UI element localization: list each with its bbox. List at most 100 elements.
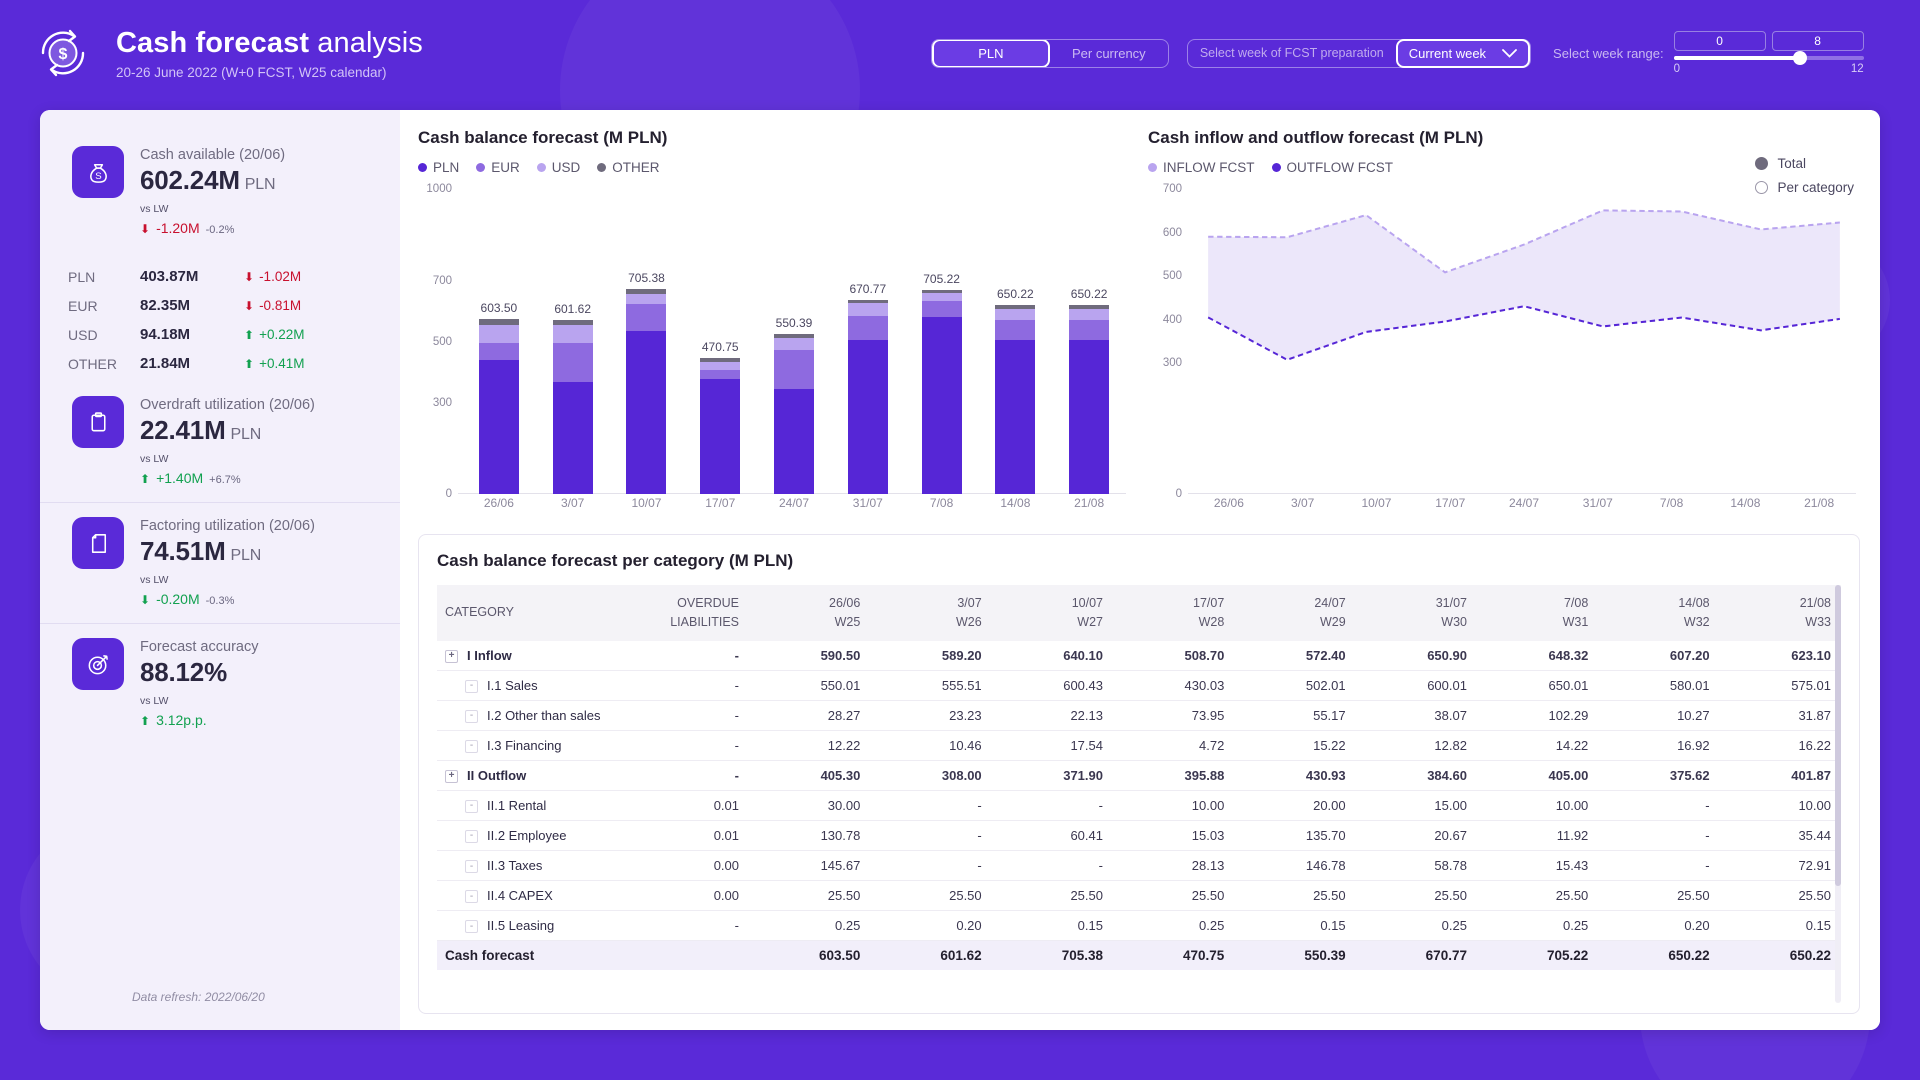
kpi-currency: PLN <box>245 176 276 193</box>
row-expand-toggle[interactable]: - <box>465 680 478 693</box>
row-label: II.1 Rental <box>487 798 546 813</box>
legend-item[interactable]: OTHER <box>597 160 659 175</box>
stacked-bar[interactable] <box>700 358 740 494</box>
bar-column[interactable]: 705.22 <box>905 189 979 494</box>
bar-column[interactable]: 470.75 <box>683 189 757 494</box>
table-header-week[interactable]: 7/08W31 <box>1477 585 1598 641</box>
stacked-bar[interactable] <box>553 320 593 494</box>
x-axis-tick: 17/07 <box>1413 496 1487 520</box>
legend-item[interactable]: USD <box>537 160 581 175</box>
table-cell-value: 14.22 <box>1477 730 1598 760</box>
table-cell-value: 11.92 <box>1477 820 1598 850</box>
bar-column[interactable]: 601.62 <box>536 189 610 494</box>
table-title: Cash balance forecast per category (M PL… <box>437 551 1841 571</box>
table-cell-value: 17.54 <box>992 730 1113 760</box>
week-range-to-input[interactable]: 8 <box>1772 31 1864 51</box>
stacked-bar[interactable] <box>995 305 1035 494</box>
bar-column[interactable]: 670.77 <box>831 189 905 494</box>
bar-column[interactable]: 550.39 <box>757 189 831 494</box>
bar-value-label: 601.62 <box>554 302 591 316</box>
table-cell-value: 0.25 <box>1477 911 1598 941</box>
cash-balance-forecast-chart: Cash balance forecast (M PLN) PLNEURUSDO… <box>418 128 1130 520</box>
currency-per-currency-button[interactable]: Per currency <box>1050 39 1168 68</box>
stacked-bar[interactable] <box>774 334 814 494</box>
stacked-bar[interactable] <box>848 300 888 494</box>
kpi-currency: PLN <box>231 426 262 443</box>
row-label: II.4 CAPEX <box>487 888 553 903</box>
table-header-week[interactable]: 21/08W33 <box>1720 585 1841 641</box>
table-row[interactable]: +I Inflow-590.50589.20640.10508.70572.40… <box>437 641 1841 671</box>
table-row[interactable]: -I.3 Financing-12.2210.4617.544.7215.221… <box>437 730 1841 760</box>
stacked-bar[interactable] <box>1069 305 1109 494</box>
table-cell-value: - <box>992 790 1113 820</box>
table-header-week[interactable]: 17/07W28 <box>1113 585 1234 641</box>
row-expand-toggle[interactable]: - <box>465 710 478 723</box>
row-expand-toggle[interactable]: - <box>465 920 478 933</box>
fcst-week-dropdown[interactable]: Current week <box>1396 39 1530 68</box>
table-total-row: Cash forecast603.50601.62705.38470.75550… <box>437 941 1841 971</box>
table-cell-value: 72.91 <box>1720 850 1841 880</box>
table-cell-overdue: - <box>637 670 749 700</box>
currency-code: OTHER <box>68 356 140 372</box>
table-header-week[interactable]: 24/07W29 <box>1234 585 1355 641</box>
table-row[interactable]: -II.1 Rental0.0130.00--10.0020.0015.0010… <box>437 790 1841 820</box>
table-header-category[interactable]: CATEGORY <box>437 585 637 641</box>
stacked-bar[interactable] <box>922 290 962 494</box>
legend-item[interactable]: INFLOW FCST <box>1148 160 1255 175</box>
row-expand-toggle[interactable]: - <box>465 860 478 873</box>
table-cell-category: -I.3 Financing <box>437 730 637 760</box>
table-row[interactable]: -I.1 Sales-550.01555.51600.43430.03502.0… <box>437 670 1841 700</box>
fcst-week-selector[interactable]: Select week of FCST preparation Current … <box>1187 39 1531 68</box>
table-cell-value: 10.00 <box>1720 790 1841 820</box>
row-expand-toggle[interactable]: + <box>445 650 458 663</box>
table-row[interactable]: +II Outflow-405.30308.00371.90395.88430.… <box>437 760 1841 790</box>
bar-value-label: 550.39 <box>776 316 813 330</box>
view-mode-radio[interactable]: Total <box>1755 156 1854 171</box>
table-row[interactable]: -II.2 Employee0.01130.78-60.4115.03135.7… <box>437 820 1841 850</box>
row-expand-toggle[interactable]: - <box>465 740 478 753</box>
x-axis-tick: 14/08 <box>978 496 1052 520</box>
bar-column[interactable]: 603.50 <box>462 189 536 494</box>
table-header-week[interactable]: 26/06W25 <box>749 585 870 641</box>
table-header-week-number: W26 <box>880 613 981 632</box>
total-row-value: 550.39 <box>1234 941 1355 971</box>
table-scrollbar-thumb[interactable] <box>1835 585 1841 886</box>
bar-column[interactable]: 650.22 <box>978 189 1052 494</box>
table-header-week[interactable]: 31/07W30 <box>1356 585 1477 641</box>
currency-mode-toggle[interactable]: PLN Per currency <box>931 39 1169 68</box>
table-cell-value: 25.50 <box>992 881 1113 911</box>
table-header-overdue[interactable]: OVERDUELIABILITIES <box>637 585 749 641</box>
week-range-slider[interactable] <box>1674 56 1864 60</box>
legend-item[interactable]: OUTFLOW FCST <box>1272 160 1394 175</box>
row-expand-toggle[interactable]: - <box>465 890 478 903</box>
stacked-bar[interactable] <box>479 319 519 494</box>
week-range-from-input[interactable]: 0 <box>1674 31 1766 51</box>
row-expand-toggle[interactable]: - <box>465 800 478 813</box>
currency-pln-button[interactable]: PLN <box>932 39 1050 68</box>
bar-segment-eur <box>922 301 962 316</box>
table-scrollbar[interactable] <box>1835 585 1841 1003</box>
row-expand-toggle[interactable]: - <box>465 830 478 843</box>
page-title: Cash forecast analysis <box>116 27 423 60</box>
bar-segment-pln <box>848 340 888 494</box>
table-row[interactable]: -I.2 Other than sales-28.2723.2322.1373.… <box>437 700 1841 730</box>
table-row[interactable]: -II.3 Taxes0.00145.67--28.13146.7858.781… <box>437 850 1841 880</box>
table-header-week[interactable]: 14/08W32 <box>1598 585 1719 641</box>
x-axis-tick: 24/07 <box>757 496 831 520</box>
table-header-week[interactable]: 3/07W26 <box>870 585 991 641</box>
legend-item[interactable]: PLN <box>418 160 459 175</box>
table-body: +I Inflow-590.50589.20640.10508.70572.40… <box>437 641 1841 971</box>
legend-item[interactable]: EUR <box>476 160 520 175</box>
kpi-delta: ⬆3.12p.p. <box>140 712 258 728</box>
table-header-week[interactable]: 10/07W27 <box>992 585 1113 641</box>
table-row[interactable]: -II.4 CAPEX0.0025.5025.5025.5025.5025.50… <box>437 881 1841 911</box>
bar-plot-area: 03005007001000 603.50601.62705.38470.755… <box>418 189 1130 520</box>
table-scroll-region[interactable]: CATEGORYOVERDUELIABILITIES26/06W253/07W2… <box>437 585 1841 1003</box>
row-expand-toggle[interactable]: + <box>445 770 458 783</box>
week-range-control[interactable]: Select week range: 0 8 0 12 <box>1553 31 1864 75</box>
bar-column[interactable]: 705.38 <box>610 189 684 494</box>
table-cell-value: 73.95 <box>1113 700 1234 730</box>
table-row[interactable]: -II.5 Leasing-0.250.200.150.250.150.250.… <box>437 911 1841 941</box>
stacked-bar[interactable] <box>626 289 666 494</box>
bar-column[interactable]: 650.22 <box>1052 189 1126 494</box>
